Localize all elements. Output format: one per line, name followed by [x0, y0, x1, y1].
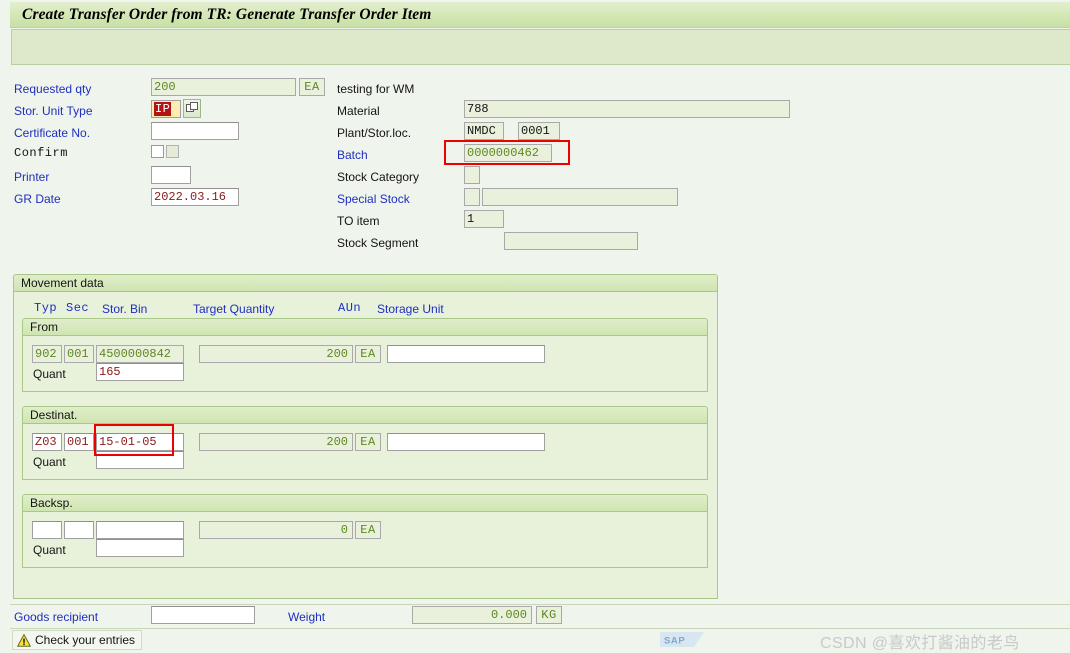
plant-input[interactable]: NMDC — [464, 122, 504, 140]
sap-gui-window: Create Transfer Order from TR: Generate … — [0, 0, 1070, 653]
printer-label: Printer — [14, 170, 50, 184]
backspace-typ-input[interactable] — [32, 521, 62, 539]
destination-quant-label: Quant — [33, 455, 66, 469]
column-header-aun: AUn — [338, 301, 362, 315]
application-toolbar — [11, 29, 1070, 65]
destination-title: Destinat. — [23, 407, 707, 424]
confirm-label: Confirm — [14, 146, 68, 160]
csdn-watermark: CSDN @喜欢打酱油的老鸟 — [820, 635, 1020, 652]
backspace-aun-unit: EA — [355, 521, 381, 539]
material-description: testing for WM — [337, 82, 415, 96]
certificate-no-label: Certificate No. — [14, 126, 91, 140]
backspace-quant-input[interactable] — [96, 539, 184, 557]
from-title: From — [23, 319, 707, 336]
from-quant-input[interactable]: 165 — [96, 363, 184, 381]
warning-icon — [17, 634, 31, 647]
from-quant-label: Quant — [33, 367, 66, 381]
stock-segment-label: Stock Segment — [337, 236, 419, 250]
to-item-input[interactable]: 1 — [464, 210, 504, 228]
movement-data-title: Movement data — [14, 275, 717, 292]
destination-typ-input[interactable]: Z03 — [32, 433, 62, 451]
matchcode-square-front — [190, 102, 198, 110]
certificate-no-input[interactable] — [151, 122, 239, 140]
backspace-title: Backsp. — [23, 495, 707, 512]
special-stock-number-input[interactable] — [482, 188, 678, 206]
confirm-secondary-checkbox — [166, 145, 179, 158]
from-typ-input[interactable]: 902 — [32, 345, 62, 363]
backspace-group: Backsp. 0 EA Quant — [22, 494, 708, 568]
destination-quant-input[interactable] — [96, 451, 184, 469]
stock-category-label: Stock Category — [337, 170, 420, 184]
from-stor-bin-input[interactable]: 4500000842 — [96, 345, 184, 363]
material-input[interactable]: 788 — [464, 100, 790, 118]
from-target-quantity-input[interactable]: 200 — [199, 345, 353, 363]
window-title: Create Transfer Order from TR: Generate … — [22, 6, 432, 23]
column-header-sec: Sec — [66, 301, 90, 315]
weight-input[interactable]: 0.000 — [412, 606, 532, 624]
stor-unit-type-label: Stor. Unit Type — [14, 104, 93, 118]
column-header-storage-unit: Storage Unit — [377, 302, 444, 316]
gr-date-input[interactable]: 2022.03.16 — [151, 188, 239, 206]
stor-unit-type-matchcode-icon[interactable] — [183, 99, 201, 118]
weight-label: Weight — [288, 610, 326, 624]
requested-qty-label: Requested qty — [14, 82, 92, 96]
weight-unit: KG — [536, 606, 562, 624]
destination-storage-unit-input[interactable] — [387, 433, 545, 451]
gr-date-label: GR Date — [14, 192, 61, 206]
backspace-target-quantity-input[interactable]: 0 — [199, 521, 353, 539]
to-item-label: TO item — [337, 214, 380, 228]
storage-location-input[interactable]: 0001 — [518, 122, 560, 140]
confirm-checkbox[interactable] — [151, 145, 164, 158]
column-header-typ: Typ — [34, 301, 58, 315]
from-storage-unit-input[interactable] — [387, 345, 545, 363]
movement-data-group: Movement data Typ Sec Stor. Bin Target Q… — [13, 274, 718, 599]
material-label: Material — [337, 104, 380, 118]
goods-recipient-input[interactable] — [151, 606, 255, 624]
stor-unit-type-value: IP — [154, 102, 172, 116]
status-message[interactable]: Check your entries — [12, 630, 143, 650]
backspace-quant-label: Quant — [33, 543, 66, 557]
backspace-stor-bin-input[interactable] — [96, 521, 184, 539]
batch-input[interactable]: 0000000462 — [464, 144, 552, 162]
goods-recipient-label: Goods recipient — [14, 610, 99, 624]
destination-sec-input[interactable]: 001 — [64, 433, 94, 451]
footer-divider — [10, 604, 1070, 605]
sap-logo: SAP — [660, 632, 704, 647]
stock-segment-input[interactable] — [504, 232, 638, 250]
stor-unit-type-input[interactable]: IP — [151, 100, 181, 118]
special-stock-label: Special Stock — [337, 192, 410, 206]
from-aun-unit: EA — [355, 345, 381, 363]
column-header-target-quantity: Target Quantity — [193, 302, 275, 316]
destination-aun-unit: EA — [355, 433, 381, 451]
column-header-stor-bin: Stor. Bin — [102, 302, 148, 316]
backspace-sec-input[interactable] — [64, 521, 94, 539]
from-group: From 902 001 4500000842 200 EA Quant 165 — [22, 318, 708, 392]
special-stock-indicator-input[interactable] — [464, 188, 480, 206]
destination-stor-bin-input[interactable]: 15-01-05 — [96, 433, 184, 451]
stock-category-input[interactable] — [464, 166, 480, 184]
destination-target-quantity-input[interactable]: 200 — [199, 433, 353, 451]
requested-qty-unit: EA — [299, 78, 325, 96]
status-message-text: Check your entries — [35, 633, 136, 647]
title-bar: Create Transfer Order from TR: Generate … — [10, 2, 1070, 28]
batch-label: Batch — [337, 148, 368, 162]
destination-group: Destinat. Z03 001 15-01-05 200 EA Quant — [22, 406, 708, 480]
plant-storloc-label: Plant/Stor.loc. — [337, 126, 412, 140]
from-sec-input[interactable]: 001 — [64, 345, 94, 363]
printer-input[interactable] — [151, 166, 191, 184]
svg-text:SAP: SAP — [664, 636, 685, 647]
requested-qty-input[interactable]: 200 — [151, 78, 296, 96]
